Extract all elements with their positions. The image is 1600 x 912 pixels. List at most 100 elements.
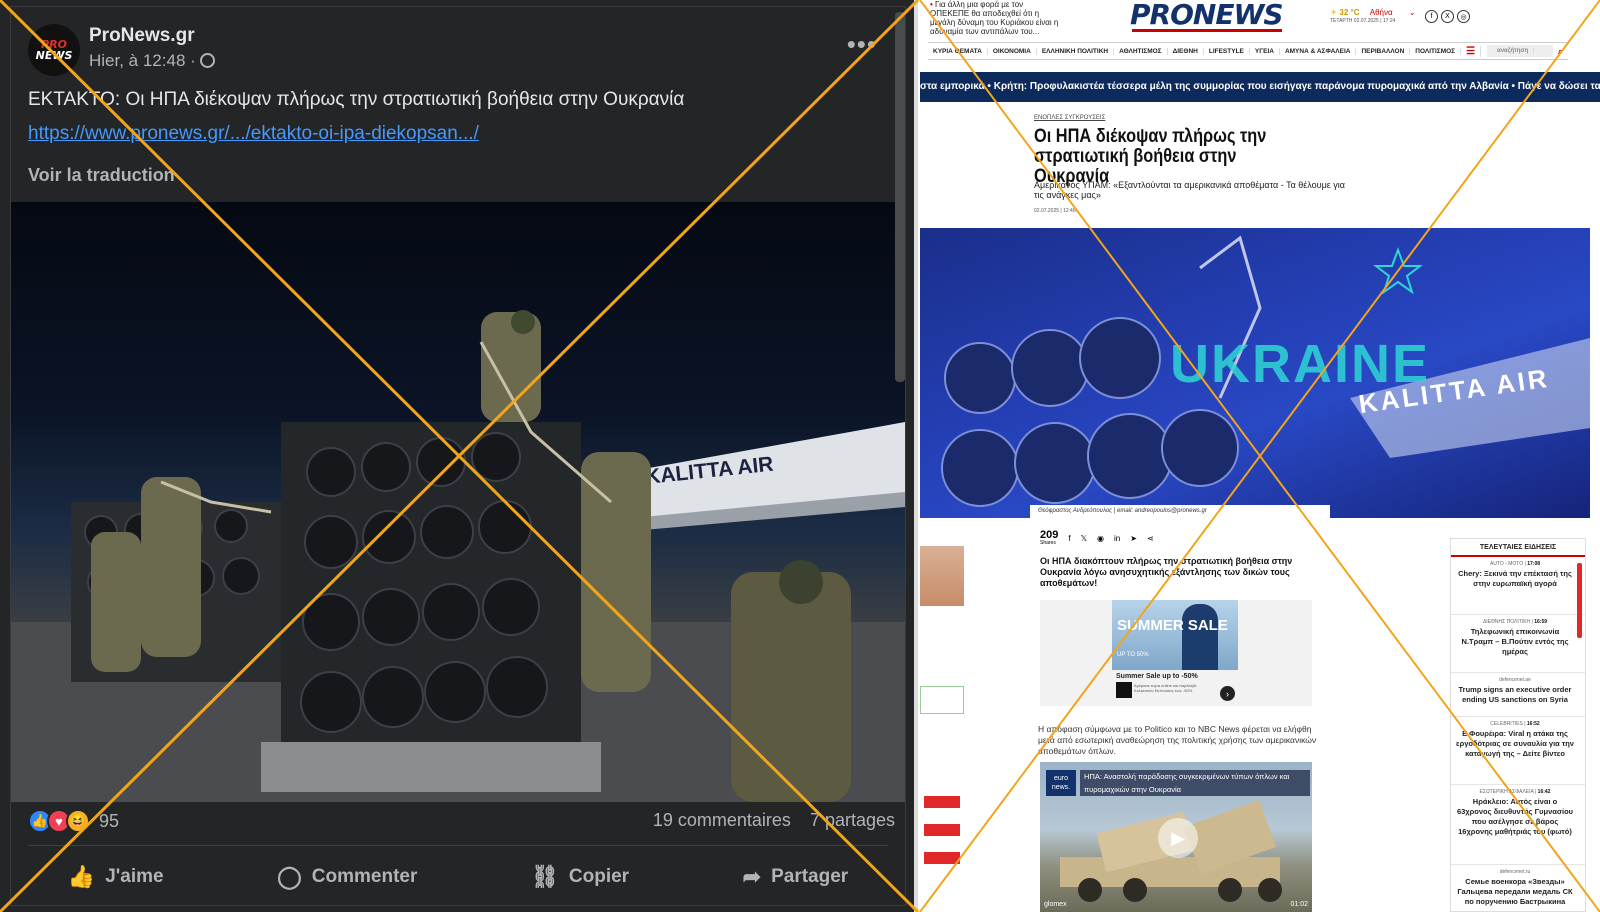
ad-small-text: Αγόρασε τώρα online και παρέλαβε Κολεκτσ… (1134, 683, 1197, 693)
ad-title: Summer Sale up to -50% (1116, 673, 1198, 680)
nav-item-sports[interactable]: ΑΘΛΗΤΙΣΜΟΣ (1114, 47, 1168, 55)
euronews-logo: euro news. (1046, 770, 1076, 796)
news-item-time: 16:59 (1534, 619, 1548, 625)
scrollbar[interactable] (895, 12, 905, 382)
facebook-icon[interactable]: f (1425, 10, 1438, 23)
sidebar-scrollbar[interactable] (1577, 563, 1582, 638)
globe-icon (199, 53, 215, 68)
weather-city: Αθήνα (1369, 8, 1393, 17)
post-link[interactable]: https://www.pronews.gr/.../ektakto-oi-ip… (28, 123, 479, 145)
video-title: ΗΠΑ: Αναστολή παράδοσης συγκεκριμένων τύ… (1080, 770, 1310, 796)
top-ticker[interactable]: • Για άλλη μια φορά με τον ΟΠΕΚΕΠΕ θα απ… (930, 0, 1060, 36)
shares-count-link[interactable]: 7 partages (810, 810, 895, 830)
left-red-button-1[interactable] (924, 796, 960, 808)
sidebar-news-item[interactable]: ΕΣΩΤΕΡΙΚΗ ΑΣΦΑΛΕΙΑ | 16:42 Ηράκλειο: Αυτ… (1451, 785, 1585, 865)
share-button[interactable]: ➦ Partager (743, 864, 849, 890)
post-timestamp[interactable]: Hier, à 12:48 · (89, 51, 215, 71)
news-item-category: defencenet.ae (1499, 677, 1531, 683)
avatar-text-news: NEWS (35, 49, 73, 62)
post-text: ΕΚΤΑΚΤΟ: Οι ΗΠΑ διέκοψαν πλήρως την στρα… (28, 89, 685, 110)
breaking-news-ticker[interactable]: στα εμπορικά • Κρήτη: Προφυλακιστέα τέσσ… (920, 72, 1600, 102)
ad-arrow-icon[interactable]: › (1220, 686, 1235, 701)
left-ad-box[interactable] (920, 686, 964, 714)
video-duration: 01:02 (1290, 901, 1308, 908)
page-name-link[interactable]: ProNews.gr (89, 25, 195, 47)
actions-divider (28, 845, 888, 846)
news-item-category: AUTO - MOTO (1489, 561, 1524, 567)
video-brand: glomex (1044, 901, 1067, 908)
nav-item-main[interactable]: ΚΥΡΙΑ ΘΕΜΑΤΑ (928, 47, 988, 55)
ad-logo (1116, 682, 1132, 698)
news-item-meta: CELEBRITIES | 16:52 (1490, 721, 1540, 727)
top-ticker-text: Για άλλη μια φορά με τον ΟΠΕΚΕΠΕ θα αποδ… (930, 0, 1059, 36)
haha-reaction-icon: 😆 (66, 809, 90, 833)
thumbs-up-icon: 👍 (67, 864, 96, 889)
post-photo[interactable]: KALITTA AIR (11, 202, 905, 802)
more-options-icon[interactable]: ••• (847, 29, 877, 60)
left-ad-image[interactable] (920, 546, 964, 606)
sun-icon: ☀ (1330, 8, 1338, 17)
nav-item-environment[interactable]: ΠΕΡΙΒΑΛΛΟΝ (1356, 47, 1411, 55)
left-red-button-2[interactable] (924, 824, 960, 836)
telegram-share-icon[interactable]: ➤ (1130, 534, 1137, 543)
x-icon[interactable]: X (1441, 10, 1454, 23)
share-arrow-icon: ➦ (742, 864, 762, 889)
see-translation-link[interactable]: Voir la traduction (28, 165, 175, 186)
search-icon[interactable]: ⌕ (1553, 46, 1568, 57)
instagram-icon[interactable]: ◎ (1457, 10, 1470, 23)
embedded-video[interactable]: euro news. ΗΠΑ: Αναστολή παράδοσης συγκε… (1040, 762, 1312, 912)
latest-news-sidebar: ΤΕΛΕΥΤΑΙΕΣ ΕΙΔΗΣΕΙΣ AUTO - MOTO | 17:08 … (1450, 538, 1586, 912)
article-author: Θεόφραστος Ανδρεόπουλος | email: andreop… (1030, 505, 1330, 519)
copy-button[interactable]: ⛓ Copier (531, 864, 629, 890)
post-time-text: Hier, à 12:48 · (89, 51, 196, 70)
ad-sale-text: SUMMER SALE (1117, 617, 1228, 634)
sidebar-news-item[interactable]: defencenet.ae Trump signs an executive o… (1451, 673, 1585, 717)
nav-item-economy[interactable]: ΟΙΚΟΝΟΜΙΑ (988, 47, 1037, 55)
news-item-time: 16:52 (1526, 721, 1540, 727)
share-count-label: Shares (1040, 540, 1056, 546)
logo-underline (1132, 29, 1282, 32)
link-icon: ⛓ (530, 864, 559, 889)
share-icon[interactable]: ⋖ (1147, 534, 1154, 543)
linkedin-share-icon[interactable]: in (1114, 534, 1120, 543)
site-logo[interactable]: PRONEWS (1130, 0, 1283, 31)
sidebar-news-item[interactable]: ΔΙΕΘΝΗΣ ΠΟΛΙΤΙΚΗ | 16:59 Τηλεφωνική επικ… (1451, 615, 1585, 673)
like-button[interactable]: 👍 J'aime (68, 864, 164, 890)
sidebar-news-item[interactable]: CELEBRITIES | 16:52 Ε.Φουρέιρα: Viral η … (1451, 717, 1585, 785)
nav-item-culture[interactable]: ΠΟΛΙΤΙΣΜΟΣ (1410, 47, 1462, 55)
nav-item-greek-politics[interactable]: ΕΛΛΗΝΙΚΗ ΠΟΛΙΤΙΚΗ (1037, 47, 1115, 55)
search-placeholder: αναζήτηση (1492, 48, 1535, 54)
sidebar-news-item[interactable]: defencenet.ru Семье военкора «Звезды» Га… (1451, 865, 1585, 912)
weather-widget[interactable]: ☀ 32 °C Αθήνα ⌄ ΤΕΤΑΡΤΗ 02.07.2025 | 17:… (1330, 8, 1416, 24)
facebook-share-icon[interactable]: f (1068, 534, 1070, 543)
nav-item-defense[interactable]: ΑΜΥΝΑ & ΑΣΦΑΛΕΙΑ (1280, 47, 1357, 55)
news-item-title: Chery: Ξεκινά την επέκτασή της στην ευρω… (1458, 569, 1572, 588)
nav-item-international[interactable]: ΔΙΕΘΝΗ (1168, 47, 1204, 55)
reactions-summary[interactable]: 👍 ♥ 😆 95 (28, 809, 119, 833)
advertisement[interactable]: SUMMER SALE UP TO 50% Summer Sale up to … (1040, 600, 1312, 706)
messenger-share-icon[interactable]: ◉ (1097, 534, 1104, 543)
sidebar-news-item[interactable]: AUTO - MOTO | 17:08 Chery: Ξεκινά την επ… (1451, 557, 1585, 615)
news-item-title: Τηλεφωνική επικοινωνία Ν.Τραμπ – Β.Πούτι… (1461, 627, 1569, 656)
weather-date: ΤΕΤΑΡΤΗ 02.07.2025 | 17:24 (1330, 18, 1396, 24)
article-lead: Οι ΗΠΑ διακόπτουν πλήρως την στρατιωτική… (1040, 556, 1293, 588)
page-avatar[interactable]: PRO NEWS (28, 24, 80, 76)
share-count: 209 Shares (1040, 530, 1058, 547)
news-item-meta: AUTO - MOTO | 17:08 (1489, 561, 1541, 567)
left-red-button-3[interactable] (924, 852, 960, 864)
nav-item-health[interactable]: ΥΓΕΙΑ (1250, 47, 1280, 55)
article-category[interactable]: ΕΝΟΠΛΕΣ ΣΥΓΚΡΟΥΣΕΙΣ (1034, 115, 1105, 121)
hamburger-menu-icon[interactable]: ☰ (1461, 45, 1482, 57)
article-body: Η απόφαση σύμφωνα με το Politico και το … (1038, 724, 1317, 756)
news-item-category: CELEBRITIES (1490, 721, 1523, 727)
comments-count-link[interactable]: 19 commentaires (653, 810, 791, 830)
pronews-article-panel: • Για άλλη μια φορά με τον ΟΠΕΚΕΠΕ θα απ… (920, 0, 1600, 912)
search-input[interactable]: αναζήτηση (1487, 45, 1553, 57)
facebook-post-panel: PRO NEWS ProNews.gr Hier, à 12:48 · ••• … (0, 0, 918, 912)
nav-item-lifestyle[interactable]: LIFESTYLE (1204, 47, 1250, 55)
weather-temp: 32 °C (1339, 8, 1360, 17)
comment-button[interactable]: ◯ Commenter (277, 864, 417, 890)
play-icon[interactable]: ▶ (1158, 818, 1198, 858)
x-share-icon[interactable]: 𝕏 (1081, 534, 1087, 543)
news-item-meta: ΔΙΕΘΝΗΣ ΠΟΛΙΤΙΚΗ | 16:59 (1482, 619, 1548, 625)
